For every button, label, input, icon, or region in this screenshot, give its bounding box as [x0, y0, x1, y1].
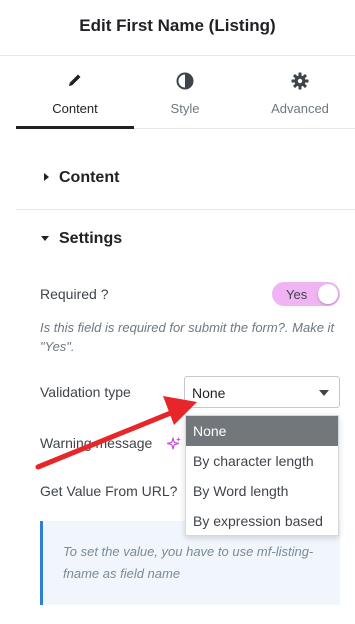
section-settings-title: Settings [59, 230, 123, 247]
warning-message-label: Warning message [40, 435, 153, 451]
caret-right-icon [44, 173, 49, 181]
info-notice-text: To set the value, you have to use mf-lis… [63, 544, 314, 581]
tab-content[interactable]: Content [16, 57, 134, 129]
validation-type-label: Validation type [40, 384, 131, 400]
dropdown-option-none[interactable]: None [186, 416, 338, 446]
pencil-icon [16, 72, 134, 92]
section-content-title: Content [59, 169, 120, 186]
gear-icon [241, 72, 355, 92]
section-settings-toggle[interactable]: Settings [16, 222, 355, 256]
tab-style-label: Style [170, 101, 200, 116]
tab-style[interactable]: Style [126, 57, 244, 129]
section-divider [16, 209, 355, 210]
sparkle-icon[interactable] [166, 436, 182, 457]
validation-type-dropdown: None By character length By Word length … [185, 415, 339, 536]
required-toggle-text: Yes [286, 287, 308, 302]
required-label: Required ? [40, 286, 109, 302]
panel-header: Edit First Name (Listing) [0, 0, 355, 56]
contrast-icon [126, 72, 244, 92]
caret-down-icon [41, 236, 49, 241]
tab-advanced-label: Advanced [271, 101, 329, 116]
required-toggle[interactable]: Yes [272, 282, 340, 306]
validation-type-select[interactable]: None [184, 376, 340, 408]
required-help-text: Is this field is required for submit the… [40, 320, 335, 354]
tab-content-label: Content [52, 101, 98, 116]
dropdown-option-word-length[interactable]: By Word length [186, 476, 338, 506]
dropdown-option-expression-based[interactable]: By expression based [186, 506, 338, 536]
validation-type-value: None [192, 385, 226, 401]
section-content-toggle[interactable]: Content [16, 160, 355, 196]
tab-advanced[interactable]: Advanced [241, 57, 355, 129]
chevron-down-icon [319, 390, 329, 396]
page-title: Edit First Name (Listing) [79, 16, 276, 35]
dropdown-option-character-length[interactable]: By character length [186, 446, 338, 476]
toggle-knob [318, 284, 338, 304]
get-value-url-label: Get Value From URL? [40, 483, 178, 499]
tab-bar: Content Style Advanced [16, 57, 355, 129]
